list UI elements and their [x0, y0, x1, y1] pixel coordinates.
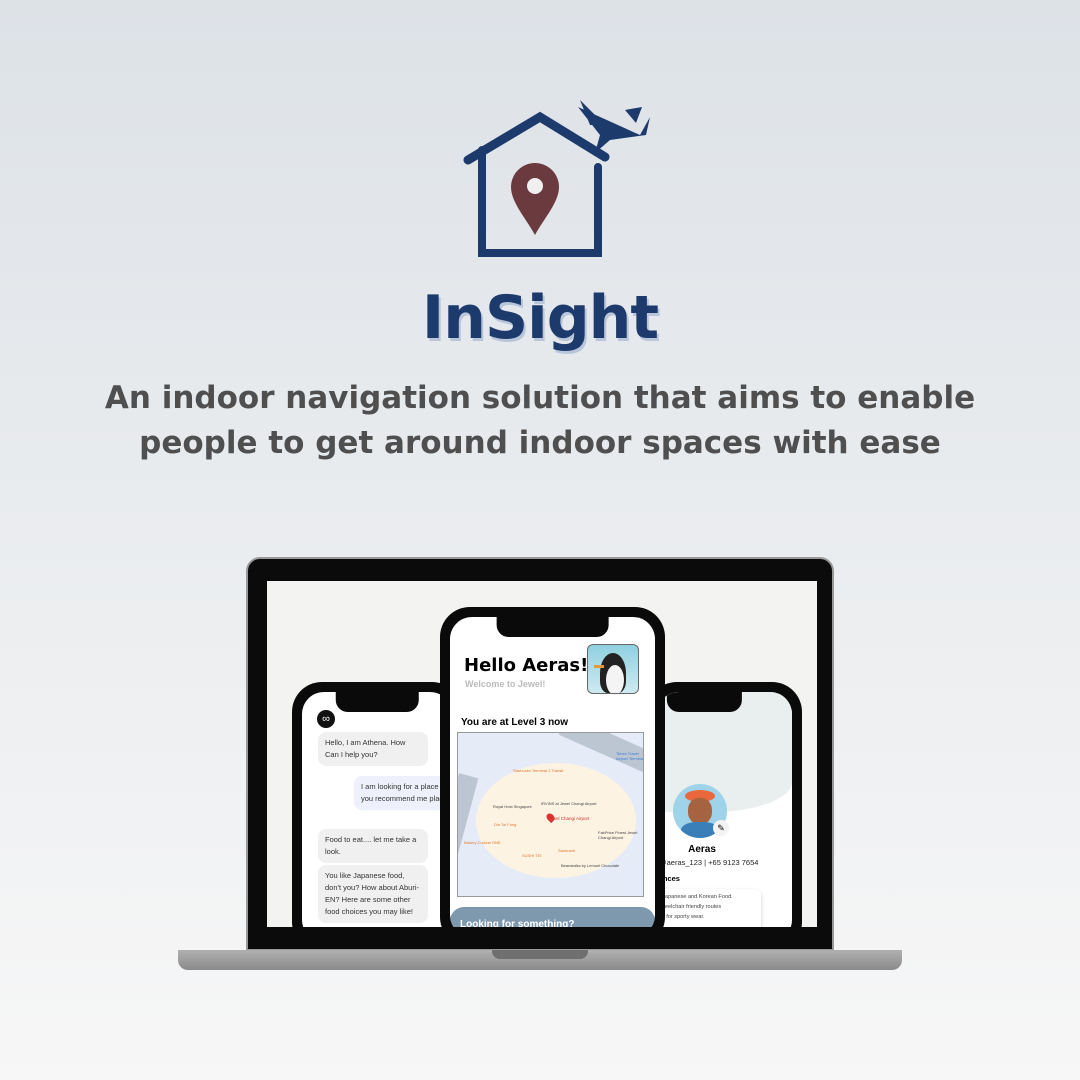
preference-item: Shopping for sporty wear.: [657, 914, 705, 920]
app-title: InSight: [421, 283, 659, 353]
preferences-card: I like for Japanese and Korean Food. Pre…: [657, 889, 761, 927]
laptop-notch: [492, 950, 588, 959]
profile-name: Aeras: [688, 844, 716, 855]
indoor-map[interactable]: Starbucks Terminal 1 Transit Royal Host …: [457, 732, 644, 897]
preference-item: I like for Japanese and Korean Food.: [657, 894, 733, 900]
chat-message-bot: You like Japanese food, don't you? How a…: [318, 865, 428, 923]
profile-handle: @aeras_123 | +65 9123 7654: [659, 858, 759, 867]
search-card[interactable]: Looking for something?: [450, 907, 655, 927]
edit-profile-icon[interactable]: ✎: [713, 820, 729, 836]
laptop-mockup: ∞ Hello, I am Athena. How Can I help you…: [246, 557, 834, 951]
chat-message-bot: Food to eat.... let me take a look.: [318, 829, 428, 863]
welcome-text: Welcome to Jewel!: [465, 679, 546, 689]
greeting: Hello Aeras!: [464, 655, 589, 676]
level-indicator: You are at Level 3 now: [461, 717, 569, 728]
house-plane-logo-icon: [463, 100, 650, 257]
chat-message-bot: Hello, I am Athena. How Can I help you?: [318, 732, 428, 766]
tagline-line-1: An indoor navigation solution that aims …: [104, 380, 976, 416]
chatbot-avatar-icon: ∞: [317, 710, 335, 728]
preference-item: Prefer wheelchair friendly routes: [657, 904, 722, 910]
home-phone: Hello Aeras! Welcome to Jewel! You are a…: [440, 607, 665, 927]
chat-phone: ∞ Hello, I am Athena. How Can I help you…: [292, 682, 462, 927]
chat-message-user: I am looking for a place Can you recomme…: [354, 776, 452, 810]
profile-phone: ✎ Aeras @aeras_123 | +65 9123 7654 Prefe…: [647, 682, 802, 927]
penguin-avatar[interactable]: [587, 644, 639, 694]
laptop-screen: ∞ Hello, I am Athena. How Can I help you…: [267, 581, 817, 927]
tagline-line-2: people to get around indoor spaces with …: [139, 425, 941, 461]
search-card-label: Looking for something?: [460, 919, 575, 927]
